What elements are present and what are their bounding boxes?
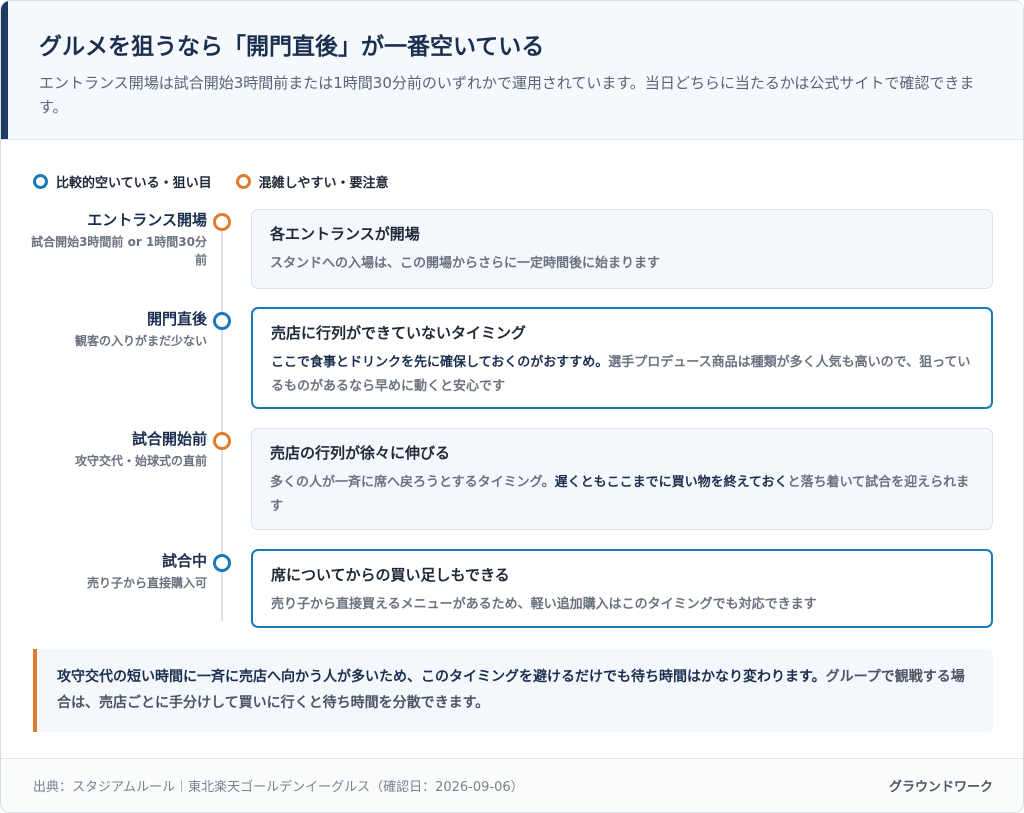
timeline-dot-quiet xyxy=(213,312,231,330)
stage-box-during-game: 席についてからの買い足しもできる 売り子から直接買えるメニューがあるため、軽い追… xyxy=(251,549,993,628)
stage-box-before-game: 売店の行列が徐々に伸びる 多くの人が一斉に席へ戻ろうとするタイミング。遅くともこ… xyxy=(251,428,993,530)
timeline-dot-busy xyxy=(213,213,231,231)
stage-box-body: 多くの人が一斉に席へ戻ろうとするタイミング。遅くともここまでに買い物を終えておく… xyxy=(270,471,974,519)
legend-label-busy: 混雑しやすい・要注意 xyxy=(258,175,389,191)
stage-box-body: ここで食事とドリンクを先に確保しておくのがおすすめ。選手プロデュース商品は種類が… xyxy=(271,351,973,399)
stage-label-before-game: 試合開始前 攻守交代・始球式の直前 xyxy=(21,429,207,470)
stage-subtitle: 試合開始3時間前 or 1時間30分前 xyxy=(31,235,207,267)
stage-label-entrance-open: エントランス開場 試合開始3時間前 or 1時間30分前 xyxy=(21,210,207,269)
stage-box-title: 売店の行列が徐々に伸びる xyxy=(270,444,451,462)
stage-box-body-text: 売り子から直接買えるメニューがあるため、軽い追加購入はこのタイミングでも対応でき… xyxy=(271,597,817,612)
stage-title: 開門直後 xyxy=(146,310,207,328)
stage-subtitle: 売り子から直接購入可 xyxy=(86,576,207,590)
legend-label-quiet: 比較的空いている・狙い目 xyxy=(56,175,212,191)
stage-box-body: スタンドへの入場は、この開場からさらに一定時間後に始まります xyxy=(270,252,974,276)
stage-label-right-after-opening: 開門直後 観客の入りがまだ少ない xyxy=(21,309,207,350)
source-citation: 出典：スタジアムルール｜東北楽天ゴールデンイーグルス（確認日：2026-09-0… xyxy=(33,780,524,795)
legend-item-busy: 混雑しやすい・要注意 xyxy=(235,172,389,191)
orange-ring-icon xyxy=(235,173,251,189)
timeline-dot-quiet xyxy=(213,554,231,572)
tip-note-emphasis: 攻守交代の短い時間に一斉に売店へ向かう人が多いため、このタイミングを避けるだけで… xyxy=(57,669,826,685)
stage-title: 試合開始前 xyxy=(131,430,207,448)
header: グルメを狙うなら「開門直後」が一番空いている エントランス開場は試合開始3時間前… xyxy=(1,1,1023,140)
stage-title: エントランス開場 xyxy=(87,211,207,229)
stage-subtitle: 攻守交代・始球式の直前 xyxy=(74,454,207,468)
stage-box-title: 売店に行列ができていないタイミング xyxy=(271,324,527,342)
stage-label-during-game: 試合中 売り子から直接購入可 xyxy=(21,551,207,592)
stage-box-title: 席についてからの買い足しもできる xyxy=(271,566,510,584)
page-title: グルメを狙うなら「開門直後」が一番空いている xyxy=(39,34,545,60)
legend-item-quiet: 比較的空いている・狙い目 xyxy=(33,172,212,191)
stage-box-body: 売り子から直接買えるメニューがあるため、軽い追加購入はこのタイミングでも対応でき… xyxy=(271,593,973,617)
tip-note: 攻守交代の短い時間に一斉に売店へ向かう人が多いため、このタイミングを避けるだけで… xyxy=(33,649,993,732)
header-accent-bar xyxy=(1,1,8,139)
stage-box-right-after-opening: 売店に行列ができていないタイミング ここで食事とドリンクを先に確保しておくのがお… xyxy=(251,307,993,409)
stage-box-body-emphasis: ここで食事とドリンクを先に確保しておくのがおすすめ。 xyxy=(271,355,609,370)
timeline-dot-busy xyxy=(213,432,231,450)
stage-box-title: 各エントランスが開場 xyxy=(270,225,420,243)
stage-box-body-text: 多くの人が一斉に席へ戻ろうとするタイミング。 xyxy=(270,475,555,490)
stage-title: 試合中 xyxy=(161,552,207,570)
blue-ring-icon xyxy=(33,173,48,189)
stage-box-body-emphasis: 遅くともここまでに買い物を終えておく xyxy=(554,475,788,490)
infographic-card: グルメを狙うなら「開門直後」が一番空いている エントランス開場は試合開始3時間前… xyxy=(0,0,1024,813)
legend: 比較的空いている・狙い目 混雑しやすい・要注意 xyxy=(33,171,413,191)
page-subtitle: エントランス開場は試合開始3時間前または1時間30分前のいずれかで運用されていま… xyxy=(39,74,975,116)
stage-box-entrance-open: 各エントランスが開場 スタンドへの入場は、この開場からさらに一定時間後に始まりま… xyxy=(251,209,993,289)
stage-subtitle: 観客の入りがまだ少ない xyxy=(74,334,207,348)
brand-name: グラウンドワーク xyxy=(888,780,993,795)
footer: 出典：スタジアムルール｜東北楽天ゴールデンイーグルス（確認日：2026-09-0… xyxy=(1,758,1023,812)
stage-box-body-text: スタンドへの入場は、この開場からさらに一定時間後に始まります xyxy=(270,256,661,271)
